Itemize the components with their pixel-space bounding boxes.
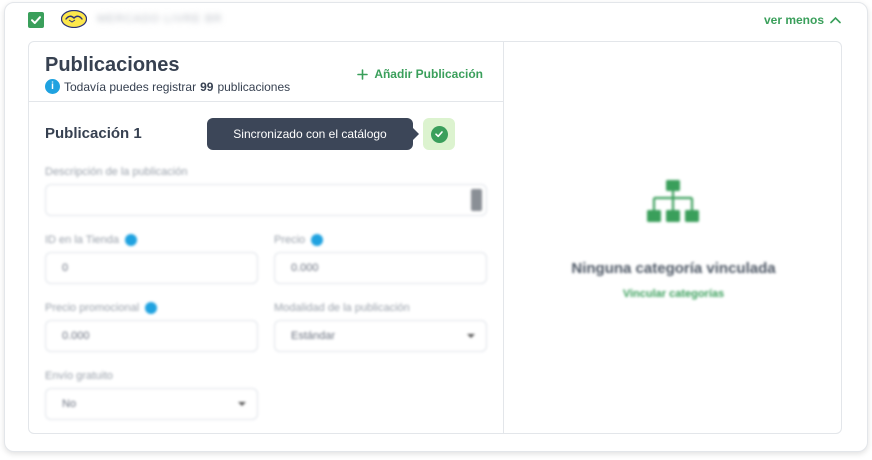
- free-shipping-value: No: [62, 398, 77, 410]
- store-name: MERCADO LIVRE BR: [97, 13, 223, 25]
- price-field[interactable]: 0.000: [274, 252, 487, 284]
- add-publication-label: Añadir Publicación: [374, 67, 483, 81]
- modality-value: Estándar: [291, 330, 336, 342]
- sitemap-icon: [647, 180, 699, 222]
- collapse-toggle-label: ver menos: [763, 13, 824, 27]
- remaining-count: 99: [200, 79, 214, 94]
- info-icon: [311, 234, 324, 246]
- description-label: Descripción de la publicación: [45, 166, 188, 178]
- publication-title: Publicación 1: [45, 125, 142, 142]
- publications-header: Publicaciones i Todavía puedes registrar…: [29, 42, 503, 102]
- collapse-toggle[interactable]: ver menos: [764, 13, 841, 27]
- integration-header: MERCADO LIVRE BR ver menos: [5, 3, 867, 39]
- store-id-field[interactable]: 0: [45, 252, 258, 284]
- info-icon: [125, 234, 137, 246]
- modality-select[interactable]: Estándar: [274, 320, 487, 352]
- info-icon: [145, 302, 158, 314]
- chevron-down-icon: [238, 402, 246, 406]
- publications-remaining: i Todavía puedes registrar 99 publicacio…: [45, 79, 290, 94]
- free-shipping-select[interactable]: No: [45, 388, 258, 420]
- modality-label: Modalidad de la publicación: [274, 302, 410, 314]
- promo-price-field[interactable]: 0.000: [45, 320, 258, 352]
- info-icon: i: [45, 79, 60, 94]
- remaining-suffix: publicaciones: [217, 79, 291, 94]
- store-id-value: 0: [62, 262, 69, 274]
- store-id-label: ID en la Tienda: [45, 234, 137, 246]
- price-label: Precio: [274, 234, 324, 246]
- price-value: 0.000: [291, 262, 319, 274]
- chevron-up-icon: [830, 16, 841, 24]
- publications-panel: Publicaciones i Todavía puedes registrar…: [29, 42, 504, 433]
- publications-card: Publicaciones i Todavía puedes registrar…: [28, 41, 842, 434]
- description-field[interactable]: [45, 184, 487, 216]
- sync-tooltip: Sincronizado con el catálogo: [207, 118, 419, 150]
- catalog-sync-button[interactable]: [423, 118, 455, 150]
- category-panel: Ninguna categoría vinculada Vincular cat…: [504, 42, 843, 433]
- resize-handle-icon[interactable]: [471, 189, 482, 211]
- integration-checkbox[interactable]: [28, 12, 44, 28]
- mercadolibre-logo: [61, 10, 87, 28]
- promo-price-value: 0.000: [62, 330, 90, 342]
- free-shipping-label: Envío gratuito: [45, 370, 113, 382]
- page-title: Publicaciones: [45, 54, 180, 76]
- empty-category-title: Ninguna categoría vinculada: [571, 260, 776, 277]
- promo-price-label: Precio promocional: [45, 302, 158, 314]
- chevron-down-icon: [467, 334, 475, 338]
- check-circle-icon: [430, 125, 448, 143]
- integration-card: MERCADO LIVRE BR ver menos Publicaciones…: [4, 2, 868, 452]
- plus-icon: [357, 68, 369, 80]
- publication-form: Descripción de la publicación ID en la T…: [29, 157, 504, 435]
- remaining-prefix: Todavía puedes registrar: [64, 79, 197, 94]
- link-categories-button[interactable]: Vincular categorías: [504, 288, 843, 300]
- check-icon: [31, 16, 41, 24]
- add-publication-button[interactable]: Añadir Publicación: [357, 67, 483, 81]
